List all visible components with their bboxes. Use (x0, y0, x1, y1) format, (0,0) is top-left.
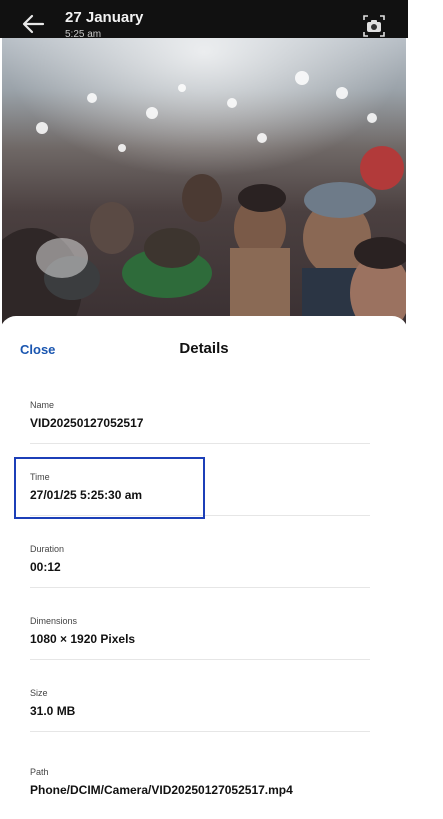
details-sheet: Close Details Name VID20250127052517 Tim… (0, 316, 408, 819)
divider (30, 731, 370, 732)
detail-label: Size (30, 688, 48, 698)
header-date: 27 January (65, 9, 144, 26)
detail-value: 1080 × 1920 Pixels (30, 632, 136, 646)
detail-label: Name (30, 400, 55, 410)
detail-label: Dimensions (30, 616, 78, 626)
detail-label: Path (30, 767, 49, 777)
detail-row-name: Name VID20250127052517 (30, 400, 370, 430)
detail-value: Phone/DCIM/Camera/VID20250127052517.mp4 (30, 783, 293, 797)
divider (30, 587, 370, 588)
detail-value: 31.0 MB (30, 704, 76, 718)
detail-row-duration: Duration 00:12 (30, 544, 370, 574)
video-thumbnail[interactable] (2, 38, 406, 328)
detail-value: VID20250127052517 (30, 416, 144, 430)
detail-value: 00:12 (30, 560, 61, 574)
divider (30, 659, 370, 660)
sheet-title: Details (179, 340, 229, 357)
divider (30, 443, 370, 444)
detail-label: Duration (30, 544, 65, 554)
detail-row-size: Size 31.0 MB (30, 688, 370, 718)
phone-screen: 27 January 5:25 am Close Details Name VI… (0, 0, 408, 819)
top-app-bar: 27 January 5:25 am (0, 0, 408, 40)
back-arrow-icon[interactable] (20, 13, 46, 35)
highlight-box (14, 457, 205, 519)
detail-row-dimensions: Dimensions 1080 × 1920 Pixels (30, 616, 370, 646)
camera-icon[interactable] (361, 13, 387, 39)
detail-row-path: Path Phone/DCIM/Camera/VID20250127052517… (30, 767, 400, 797)
header-time: 5:25 am (65, 29, 102, 40)
